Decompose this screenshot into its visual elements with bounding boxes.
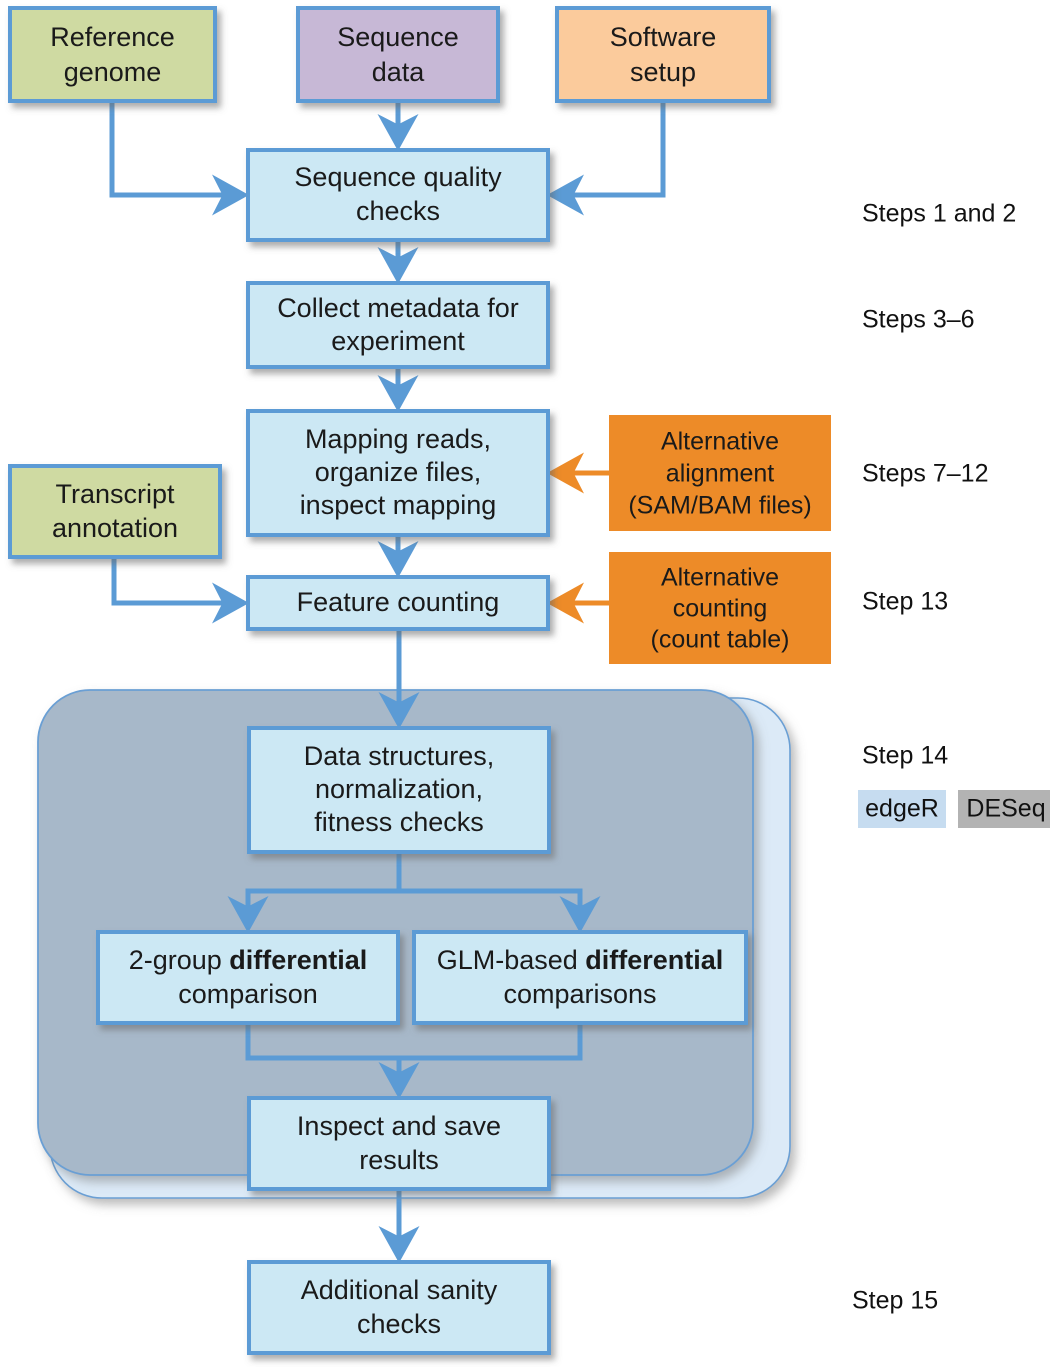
reference-genome-label-line2: genome	[64, 57, 162, 87]
conn-transcript-to-feature	[111, 557, 250, 624]
transcript-annotation-label-line2: annotation	[52, 513, 178, 543]
diagram-canvas: Reference genome Sequence data Software …	[8, 6, 1050, 1355]
two-group-comparison-label-line2: comparison	[178, 979, 318, 1009]
node-data-structures[interactable]: Data structures, normalization, fitness …	[247, 726, 551, 854]
two-group-comparison-label-line1: 2-group differential	[129, 945, 368, 975]
data-structures-label-line2: normalization,	[315, 774, 483, 804]
data-structures-label-line3: fitness checks	[314, 807, 484, 837]
data-structures-label-line1: Data structures,	[304, 741, 495, 771]
node-alternative-counting[interactable]: Alternative counting (count table)	[609, 552, 831, 664]
alternative-alignment-label-line1: Alternative	[661, 428, 779, 456]
step-label-step-15: Step 15	[852, 1287, 938, 1315]
node-glm-comparisons[interactable]: GLM-based differential comparisons	[412, 930, 748, 1025]
node-feature-counting[interactable]: Feature counting	[246, 575, 550, 631]
node-two-group-comparison[interactable]: 2-group differential comparison	[96, 930, 400, 1025]
additional-sanity-checks-label-line1: Additional sanity	[301, 1275, 498, 1305]
collect-metadata-label-line1: Collect metadata for	[277, 293, 519, 323]
node-reference-genome[interactable]: Reference genome	[8, 6, 217, 103]
alternative-alignment-label-line3: (SAM/BAM files)	[628, 492, 811, 520]
alternative-counting-label-line1: Alternative	[661, 564, 779, 592]
node-software-setup[interactable]: Software setup	[555, 6, 771, 103]
step-label-steps-7-12: Steps 7–12	[862, 460, 989, 488]
software-setup-label-line2: setup	[630, 57, 696, 87]
collect-metadata-label-line2: experiment	[331, 326, 465, 356]
alternative-alignment-label-line2: alignment	[666, 460, 774, 488]
step-label-steps-1-2: Steps 1 and 2	[862, 200, 1016, 228]
node-alternative-alignment[interactable]: Alternative alignment (SAM/BAM files)	[609, 415, 831, 531]
conn-software-to-quality	[546, 101, 666, 216]
sequence-data-label-line1: Sequence	[337, 22, 459, 52]
node-sequence-data[interactable]: Sequence data	[296, 6, 500, 103]
alternative-counting-label-line3: (count table)	[651, 626, 790, 654]
node-collect-metadata[interactable]: Collect metadata for experiment	[246, 281, 550, 369]
flowchart-diagram: Reference genome Sequence data Software …	[0, 0, 1050, 1367]
edger-badge: edgeR	[858, 790, 946, 828]
legend-badges-group: edgeR DESeq	[858, 790, 1050, 828]
step-label-step-13: Step 13	[862, 588, 948, 616]
node-transcript-annotation[interactable]: Transcript annotation	[8, 464, 222, 559]
step-labels-group: Steps 1 and 2 Steps 3–6 Steps 7–12 Step …	[852, 200, 1016, 1315]
glm-comparisons-label-line1: GLM-based differential	[437, 945, 724, 975]
transcript-annotation-label-line1: Transcript	[55, 479, 175, 509]
deseq-badge: DESeq	[958, 790, 1050, 828]
additional-sanity-checks-label-line2: checks	[357, 1309, 441, 1339]
node-sequence-quality-checks[interactable]: Sequence quality checks	[246, 148, 550, 242]
reference-genome-label-line1: Reference	[50, 22, 175, 52]
feature-counting-label: Feature counting	[297, 587, 500, 617]
inspect-save-results-label-line1: Inspect and save	[297, 1111, 501, 1141]
mapping-reads-label-line1: Mapping reads,	[305, 424, 491, 454]
node-mapping-reads[interactable]: Mapping reads, organize files, inspect m…	[246, 409, 550, 537]
edger-badge-label: edgeR	[865, 795, 939, 823]
step-label-step-14: Step 14	[862, 742, 948, 770]
node-additional-sanity-checks[interactable]: Additional sanity checks	[247, 1260, 551, 1355]
glm-comparisons-label-line2: comparisons	[503, 979, 656, 1009]
sequence-data-label-line2: data	[372, 57, 426, 87]
deseq-badge-label: DESeq	[966, 795, 1045, 823]
node-inspect-save-results[interactable]: Inspect and save results	[247, 1096, 551, 1191]
sequence-quality-checks-label-line2: checks	[356, 196, 440, 226]
step-label-steps-3-6: Steps 3–6	[862, 306, 975, 334]
mapping-reads-label-line3: inspect mapping	[300, 490, 497, 520]
software-setup-label-line1: Software	[610, 22, 717, 52]
conn-reference-to-quality	[109, 101, 250, 216]
alternative-counting-label-line2: counting	[673, 595, 768, 623]
mapping-reads-label-line2: organize files,	[315, 457, 482, 487]
inspect-save-results-label-line2: results	[359, 1145, 439, 1175]
sequence-quality-checks-label-line1: Sequence quality	[294, 162, 502, 192]
